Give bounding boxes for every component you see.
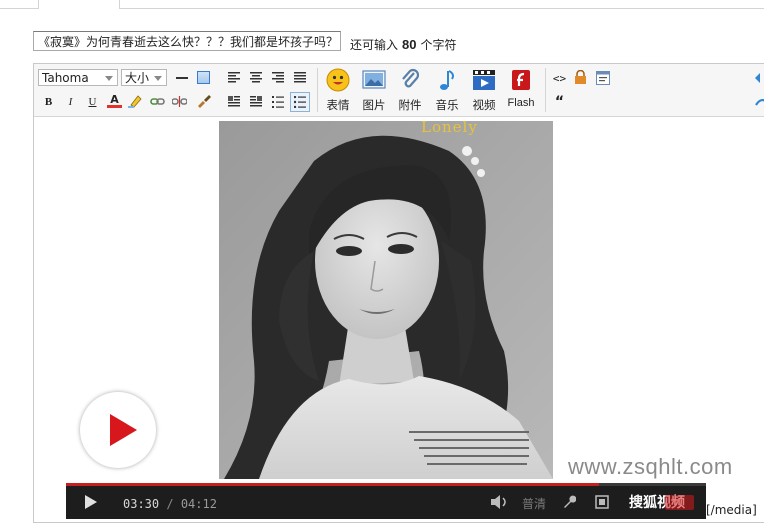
time-total: 04:12 <box>180 497 217 511</box>
font-size-value: 大小 <box>125 71 150 85</box>
site-watermark: www.zsqhlt.com <box>568 454 733 479</box>
italic-button[interactable]: I <box>63 94 78 109</box>
time-current: 03:30 <box>123 497 160 511</box>
quote-button[interactable]: “ <box>552 94 567 110</box>
redo-button[interactable] <box>754 94 764 109</box>
toolbar-separator <box>545 68 546 112</box>
align-justify-icon <box>293 72 306 83</box>
remain-prefix: 还可输入 <box>350 38 399 52</box>
align-left-icon <box>227 72 240 83</box>
hr-icon <box>175 76 188 79</box>
html-source-button[interactable] <box>595 70 610 85</box>
unlink-icon <box>172 96 187 107</box>
brand-badge <box>665 495 694 510</box>
image-icon <box>362 70 386 89</box>
remain-suffix: 个字符 <box>420 38 457 52</box>
unordered-list-icon <box>294 96 306 108</box>
remain-count: 80 <box>402 37 417 52</box>
image-label: 图片 <box>362 98 386 112</box>
undo-button[interactable] <box>754 70 764 85</box>
insert-attachment-button[interactable]: 附件 <box>390 68 430 114</box>
play-icon[interactable] <box>84 494 98 510</box>
volume-icon[interactable] <box>490 495 510 509</box>
time-display: 03:30 / 04:12 <box>123 497 217 511</box>
undo-icon <box>755 72 760 83</box>
insert-music-button[interactable]: 音乐 <box>427 68 467 114</box>
smiley-icon <box>326 68 350 92</box>
float-right-button[interactable] <box>248 94 263 109</box>
font-family-value: Tahoma <box>42 71 89 85</box>
fullscreen-icon[interactable] <box>595 495 609 509</box>
paperclip-icon <box>402 68 420 88</box>
attachment-label: 附件 <box>398 98 422 112</box>
insert-flash-button[interactable]: Flash <box>501 68 541 114</box>
link-icon <box>150 98 165 105</box>
unordered-list-button[interactable] <box>290 92 310 112</box>
align-center-button[interactable] <box>248 70 263 85</box>
float-right-icon <box>249 96 262 107</box>
media-bbcode-tag: [/media] <box>706 503 757 517</box>
chevron-down-icon <box>105 76 113 81</box>
insert-image-button[interactable]: 图片 <box>354 68 394 114</box>
embedded-photo <box>219 121 553 479</box>
flash-icon <box>512 70 530 90</box>
bold-button[interactable]: B <box>41 94 56 109</box>
lock-icon <box>575 70 586 84</box>
window-icon <box>595 70 610 85</box>
clear-format-button[interactable] <box>196 93 211 108</box>
table-icon <box>197 71 210 84</box>
sell-content-button[interactable] <box>573 70 588 85</box>
video-label: 视频 <box>472 98 496 112</box>
music-label: 音乐 <box>435 98 459 112</box>
float-left-icon <box>227 96 240 107</box>
video-progress-fill <box>66 483 600 486</box>
font-family-select[interactable]: Tahoma <box>38 69 118 86</box>
underline-button[interactable]: U <box>85 94 100 109</box>
unlink-button[interactable] <box>172 94 187 109</box>
highlighter-icon <box>128 94 142 108</box>
font-color-button[interactable]: A <box>107 93 122 108</box>
big-play-button[interactable] <box>80 392 156 468</box>
table-button[interactable] <box>196 70 211 85</box>
align-left-button[interactable] <box>226 70 241 85</box>
ordered-list-icon <box>271 95 284 108</box>
quality-select[interactable]: 普清 <box>522 495 546 512</box>
float-left-button[interactable] <box>226 94 241 109</box>
ordered-list-button[interactable] <box>270 94 285 109</box>
video-control-bar: 03:30 / 04:12 普清 搜狐视频 <box>66 483 706 519</box>
horizontal-rule-button[interactable] <box>174 70 189 85</box>
post-title-input[interactable]: 《寂寞》为何青春逝去这么快？？？我们都是坏孩子吗？ <box>33 31 341 51</box>
insert-emoticon-button[interactable]: 表情 <box>318 68 358 114</box>
photo-caption-text: Lonely <box>421 118 478 136</box>
align-justify-button[interactable] <box>292 70 307 85</box>
flash-label: Flash <box>507 97 535 109</box>
video-icon <box>473 70 495 90</box>
redo-icon <box>755 98 764 106</box>
align-right-icon <box>271 72 284 83</box>
code-button[interactable]: <> <box>552 71 567 86</box>
insert-video-button[interactable]: 视频 <box>464 68 504 114</box>
link-button[interactable] <box>150 94 165 109</box>
wrench-icon[interactable] <box>562 495 576 509</box>
highlight-button[interactable] <box>128 93 143 108</box>
font-size-select[interactable]: 大小 <box>121 69 167 86</box>
char-remaining-hint: 还可输入 80 个字符 <box>350 36 457 53</box>
align-right-button[interactable] <box>270 70 285 85</box>
emoticon-label: 表情 <box>326 98 350 112</box>
align-center-icon <box>249 72 262 83</box>
brush-icon <box>198 94 211 108</box>
video-progress-track[interactable] <box>66 483 706 486</box>
music-note-icon <box>440 70 454 90</box>
tab-active[interactable] <box>38 0 120 9</box>
chevron-down-icon <box>154 76 162 81</box>
